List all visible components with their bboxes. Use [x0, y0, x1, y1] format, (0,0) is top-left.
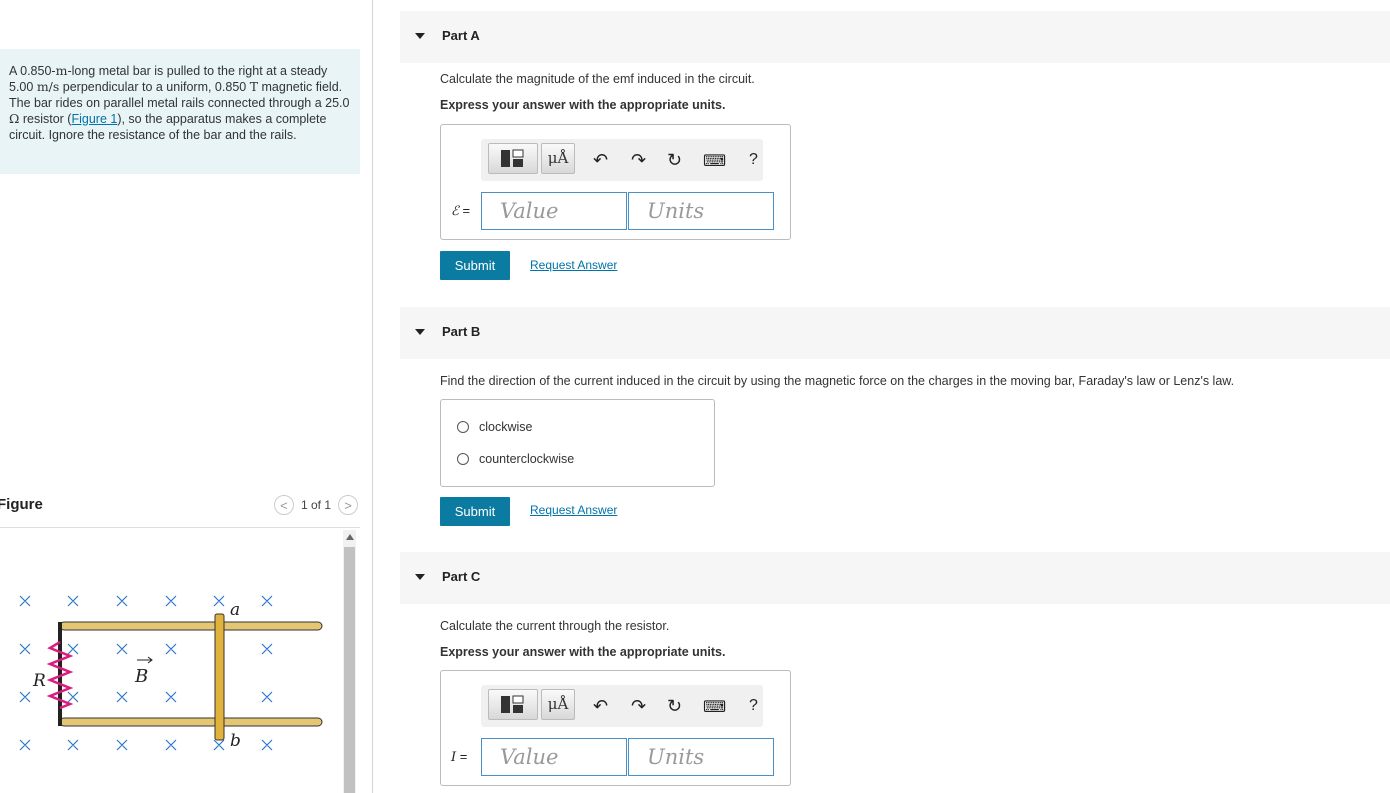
caret-down-icon: [415, 574, 425, 580]
problem-text: perpendicular to a uniform, 0.850: [59, 80, 250, 94]
part-b-header[interactable]: Part B: [400, 307, 1390, 359]
circuit-figure: a b R B: [19, 595, 323, 751]
figure-header: Figure < 1 of 1 >: [0, 493, 360, 528]
radio-button[interactable]: [457, 421, 469, 433]
emf-label: ℰ =: [451, 203, 470, 219]
part-c-question: Calculate the current through the resist…: [440, 619, 670, 633]
keyboard-icon[interactable]: ⌨: [703, 697, 726, 717]
part-a-instruction: Express your answer with the appropriate…: [440, 98, 726, 112]
figure-scrollbar[interactable]: [343, 530, 356, 793]
part-a-label: Part A: [442, 28, 480, 43]
redo-icon[interactable]: ↷: [631, 150, 646, 171]
figure-pager: < 1 of 1 >: [273, 495, 358, 515]
equals-sign: =: [456, 749, 468, 764]
label-r: R: [32, 671, 46, 691]
unit-meter: m: [55, 63, 68, 78]
part-a-request-answer-link[interactable]: Request Answer: [530, 258, 617, 272]
radio-button[interactable]: [457, 453, 469, 465]
pane-divider: [372, 0, 373, 793]
label-a: a: [230, 600, 240, 620]
units-button[interactable]: μÅ: [541, 689, 575, 720]
label-b-field: B: [134, 666, 148, 687]
templates-icon: [501, 149, 524, 167]
option-counterclockwise[interactable]: counterclockwise: [457, 452, 574, 466]
part-b-question: Find the direction of the current induce…: [440, 374, 1235, 388]
value-input[interactable]: Value: [481, 738, 627, 776]
part-a-header[interactable]: Part A: [400, 11, 1390, 63]
templates-button[interactable]: [488, 143, 538, 174]
figure-link[interactable]: Figure 1: [71, 112, 117, 126]
unit-tesla: T: [249, 79, 259, 94]
label-b: b: [230, 731, 241, 751]
left-pane: A 0.850-m-long metal bar is pulled to th…: [0, 0, 373, 793]
units-input[interactable]: Units: [628, 738, 774, 776]
part-b-submit-button[interactable]: Submit: [440, 497, 510, 526]
vector-arrow: [137, 656, 153, 664]
figure-title: Figure: [0, 496, 43, 513]
part-b-request-answer-link[interactable]: Request Answer: [530, 503, 617, 517]
unit-ohm: Ω: [9, 111, 20, 126]
keyboard-icon[interactable]: ⌨: [703, 151, 726, 171]
top-rail: [59, 621, 323, 631]
problem-text: resistor (: [19, 112, 72, 126]
part-c-instruction: Express your answer with the appropriate…: [440, 645, 726, 659]
undo-icon[interactable]: ↶: [593, 150, 608, 171]
units-button[interactable]: μÅ: [541, 143, 575, 174]
part-a-question: Calculate the magnitude of the emf induc…: [440, 72, 755, 86]
left-connector: [58, 622, 62, 726]
math-toolbar: μÅ ↶ ↷ ↻ ⌨ ?: [481, 685, 763, 727]
problem-text: A 0.850-: [9, 64, 56, 78]
option-label: clockwise: [479, 420, 533, 434]
option-label: counterclockwise: [479, 452, 575, 466]
equals-sign: =: [458, 203, 471, 218]
part-c-answer-box: μÅ ↶ ↷ ↻ ⌨ ? I = Value Units: [440, 670, 791, 786]
part-a-answer-box: μÅ ↶ ↷ ↻ ⌨ ? ℰ = Value Units: [440, 124, 791, 240]
current-label: I =: [451, 749, 467, 765]
option-clockwise[interactable]: clockwise: [457, 420, 533, 434]
scroll-up-arrow[interactable]: [346, 534, 354, 540]
reset-icon[interactable]: ↻: [667, 696, 682, 717]
scroll-thumb[interactable]: [344, 547, 355, 793]
undo-icon[interactable]: ↶: [593, 696, 608, 717]
help-icon[interactable]: ?: [749, 697, 758, 715]
redo-icon[interactable]: ↷: [631, 696, 646, 717]
problem-statement: A 0.850-m-long metal bar is pulled to th…: [0, 49, 360, 174]
help-icon[interactable]: ?: [749, 151, 758, 169]
templates-button[interactable]: [488, 689, 538, 720]
value-input[interactable]: Value: [481, 192, 627, 230]
units-input[interactable]: Units: [628, 192, 774, 230]
prev-figure-button[interactable]: <: [273, 495, 294, 515]
templates-icon: [501, 695, 524, 713]
caret-down-icon: [415, 33, 425, 39]
part-c-label: Part C: [442, 569, 481, 584]
sliding-bar: [214, 613, 225, 741]
bottom-rail: [59, 717, 323, 727]
emf-symbol: ℰ: [451, 204, 459, 219]
math-toolbar: μÅ ↶ ↷ ↻ ⌨ ?: [481, 139, 763, 181]
caret-down-icon: [415, 329, 425, 335]
next-figure-button[interactable]: >: [338, 495, 358, 515]
part-b-choices: clockwise counterclockwise: [440, 399, 715, 487]
part-a-submit-button[interactable]: Submit: [440, 251, 510, 280]
reset-icon[interactable]: ↻: [667, 150, 682, 171]
figure-page-count: 1 of 1: [300, 498, 331, 512]
unit-velocity: m/s: [36, 79, 60, 94]
part-b-label: Part B: [442, 324, 481, 339]
part-c-header[interactable]: Part C: [400, 552, 1390, 604]
